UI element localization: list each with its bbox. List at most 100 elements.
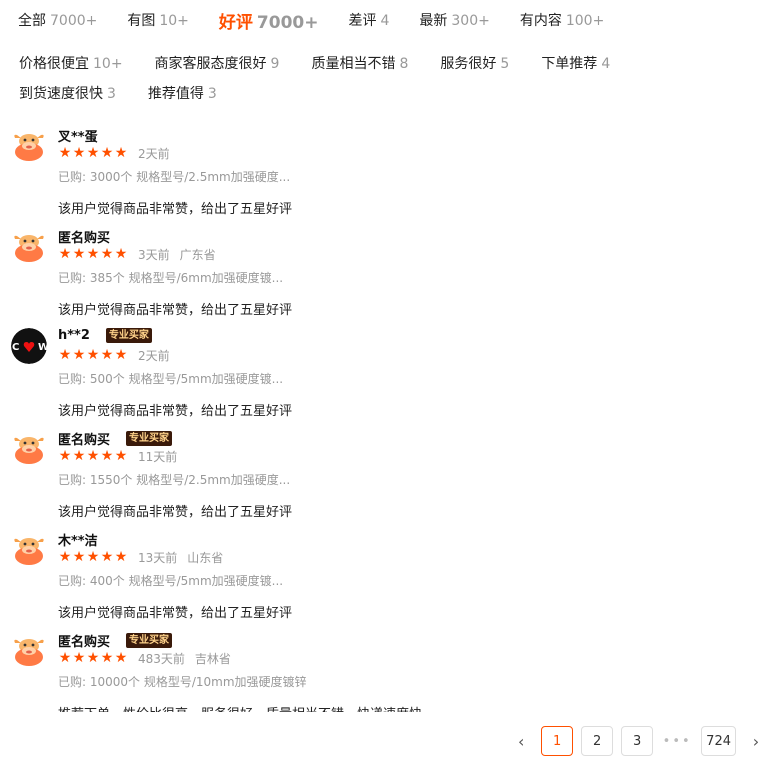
bull-avatar-icon	[11, 126, 47, 162]
rating-stars: ★ ★ ★ ★ ★	[58, 247, 128, 261]
star-icon: ★	[100, 549, 114, 565]
page-button[interactable]: 2	[581, 726, 614, 756]
tag-filter[interactable]: 到货速度很快 3	[19, 80, 116, 110]
tab-label: 最新	[419, 13, 448, 29]
review-meta: ★ ★ ★ ★ ★ 13天前 山东省	[58, 549, 224, 565]
tab-2[interactable]: 好评 7000+	[219, 8, 319, 33]
star-icon: ★	[114, 549, 128, 565]
review-item: 匿名购买 专业买家 ★ ★ ★ ★ ★ 483天前 吉林省 已购: 10000个 规格型号/10m…	[0, 625, 782, 712]
tag-filters: 价格很便宜 10+ 商家客服态度很好 9 质量相当不错 8 服务很好 5 下单推荐 4 到货速度很快…	[19, 50, 759, 110]
rating-stars: ★ ★ ★ ★ ★	[58, 651, 128, 665]
review-time: 2天前	[138, 146, 170, 161]
review-content: 该用户觉得商品非常赞，给出了五星好评	[58, 505, 293, 520]
review-time: 13天前	[138, 550, 178, 565]
tab-count: 10+	[159, 13, 189, 29]
page-button[interactable]: 3	[621, 726, 654, 756]
pagination-ellipsis[interactable]: •••	[661, 734, 693, 749]
star-icon: ★	[100, 145, 114, 161]
reviewer-name-row: h**2 专业买家	[58, 328, 152, 343]
bull-avatar-icon	[11, 530, 47, 566]
star-icon: ★	[114, 145, 128, 161]
pro-buyer-badge: 专业买家	[126, 633, 173, 648]
tab-3[interactable]: 差评 4	[348, 10, 389, 30]
star-icon: ★	[86, 347, 100, 363]
tab-4[interactable]: 最新 300+	[419, 10, 489, 30]
review-region: 吉林省	[194, 651, 231, 666]
review-region: 广东省	[179, 247, 216, 262]
star-icon: ★	[100, 650, 114, 666]
star-icon: ★	[72, 549, 86, 565]
review-meta: ★ ★ ★ ★ ★ 3天前 广东省	[58, 247, 216, 262]
prev-page-button[interactable]: ‹	[509, 726, 533, 756]
reviewer-name-row: 匿名购买 专业买家	[58, 631, 173, 650]
star-icon: ★	[114, 650, 128, 666]
star-icon: ★	[58, 145, 72, 161]
star-icon: ★	[86, 650, 100, 666]
tag-filter[interactable]: 推荐值得 3	[148, 80, 217, 110]
star-icon: ★	[86, 246, 100, 262]
review-region: 山东省	[187, 550, 224, 565]
tag-count: 4	[601, 56, 611, 72]
reviewer-name: 匿名购买	[58, 231, 111, 246]
tab-0[interactable]: 全部 7000+	[18, 10, 97, 30]
purchase-info: 已购: 500个 规格型号/5mm加强硬度镀...	[58, 372, 284, 386]
tag-label: 下单推荐	[541, 56, 598, 72]
last-page-button[interactable]: 724	[701, 726, 736, 756]
purchase-info: 已购: 385个 规格型号/6mm加强硬度镀...	[58, 271, 284, 285]
tag-label: 商家客服态度很好	[154, 56, 267, 72]
star-icon: ★	[72, 448, 86, 464]
review-item: 木**洁 ★ ★ ★ ★ ★ 13天前 山东省 已购: 400个 规格型号/5mm加强硬度镀..…	[0, 524, 782, 625]
tab-count: 7000+	[256, 12, 319, 33]
star-icon: ★	[58, 549, 72, 565]
review-time: 11天前	[138, 449, 178, 464]
reviewer-name: 匿名购买	[58, 635, 111, 650]
pro-buyer-badge: 专业买家	[105, 328, 152, 343]
tab-5[interactable]: 有内容 100+	[520, 10, 604, 30]
reviewer-name-row: 叉**蛋	[58, 126, 98, 145]
tag-label: 服务很好	[440, 56, 497, 72]
star-icon: ★	[58, 246, 72, 262]
review-content: 该用户觉得商品非常赞，给出了五星好评	[58, 202, 293, 217]
star-icon: ★	[58, 650, 72, 666]
bull-avatar-icon	[11, 631, 47, 667]
page-button[interactable]: 1	[541, 726, 574, 756]
review-item: C W h**2 专业买家 ★ ★ ★ ★ ★ 2天前 已购: 500个 规格型号/5mm加强硬…	[0, 322, 782, 423]
review-meta: ★ ★ ★ ★ ★ 483天前 吉林省	[58, 651, 231, 666]
star-icon: ★	[100, 246, 114, 262]
review-list: 叉**蛋 ★ ★ ★ ★ ★ 2天前 已购: 3000个 规格型号/2.5mm加强硬度... 该…	[0, 120, 782, 712]
next-page-button[interactable]: ›	[744, 726, 768, 756]
tab-label: 有图	[127, 13, 156, 29]
pro-buyer-badge: 专业买家	[126, 431, 173, 446]
filter-tabs: 全部 7000+ 有图 10+ 好评 7000+ 差评 4 最新 300+ 有内容 100+	[18, 6, 634, 34]
review-content: 推荐下单，性价比很高，服务很好，质量相当不错，快递速度快	[58, 703, 422, 712]
svg-text:C: C	[12, 342, 19, 353]
tag-filter[interactable]: 服务很好 5	[440, 50, 509, 80]
star-icon: ★	[114, 448, 128, 464]
tab-1[interactable]: 有图 10+	[127, 10, 189, 30]
purchase-info: 已购: 10000个 规格型号/10mm加强硬度镀锌	[58, 675, 307, 689]
review-meta: ★ ★ ★ ★ ★ 11天前	[58, 449, 178, 464]
tab-count: 100+	[565, 13, 605, 29]
star-icon: ★	[58, 448, 72, 464]
star-icon: ★	[72, 347, 86, 363]
tab-label: 差评	[348, 13, 377, 29]
star-icon: ★	[72, 246, 86, 262]
tab-count: 7000+	[50, 13, 98, 29]
star-icon: ★	[100, 347, 114, 363]
review-content: 该用户觉得商品非常赞，给出了五星好评	[58, 404, 293, 419]
reviewer-name-row: 匿名购买 专业买家	[58, 429, 173, 448]
reviewer-name-row: 木**洁	[58, 530, 98, 549]
pagination: ‹ 1 2 3 ••• 724 ›	[501, 726, 768, 756]
tag-filter[interactable]: 质量相当不错 8	[311, 50, 408, 80]
rating-stars: ★ ★ ★ ★ ★	[58, 146, 128, 160]
tag-filter[interactable]: 价格很便宜 10+	[19, 50, 123, 80]
star-icon: ★	[86, 549, 100, 565]
star-icon: ★	[114, 347, 128, 363]
star-icon: ★	[114, 246, 128, 262]
tag-count: 3	[207, 86, 217, 102]
rating-stars: ★ ★ ★ ★ ★	[58, 449, 128, 463]
tag-filter[interactable]: 下单推荐 4	[541, 50, 610, 80]
tag-count: 3	[107, 86, 116, 102]
svg-text:W: W	[38, 342, 47, 353]
tag-filter[interactable]: 商家客服态度很好 9	[155, 50, 280, 80]
